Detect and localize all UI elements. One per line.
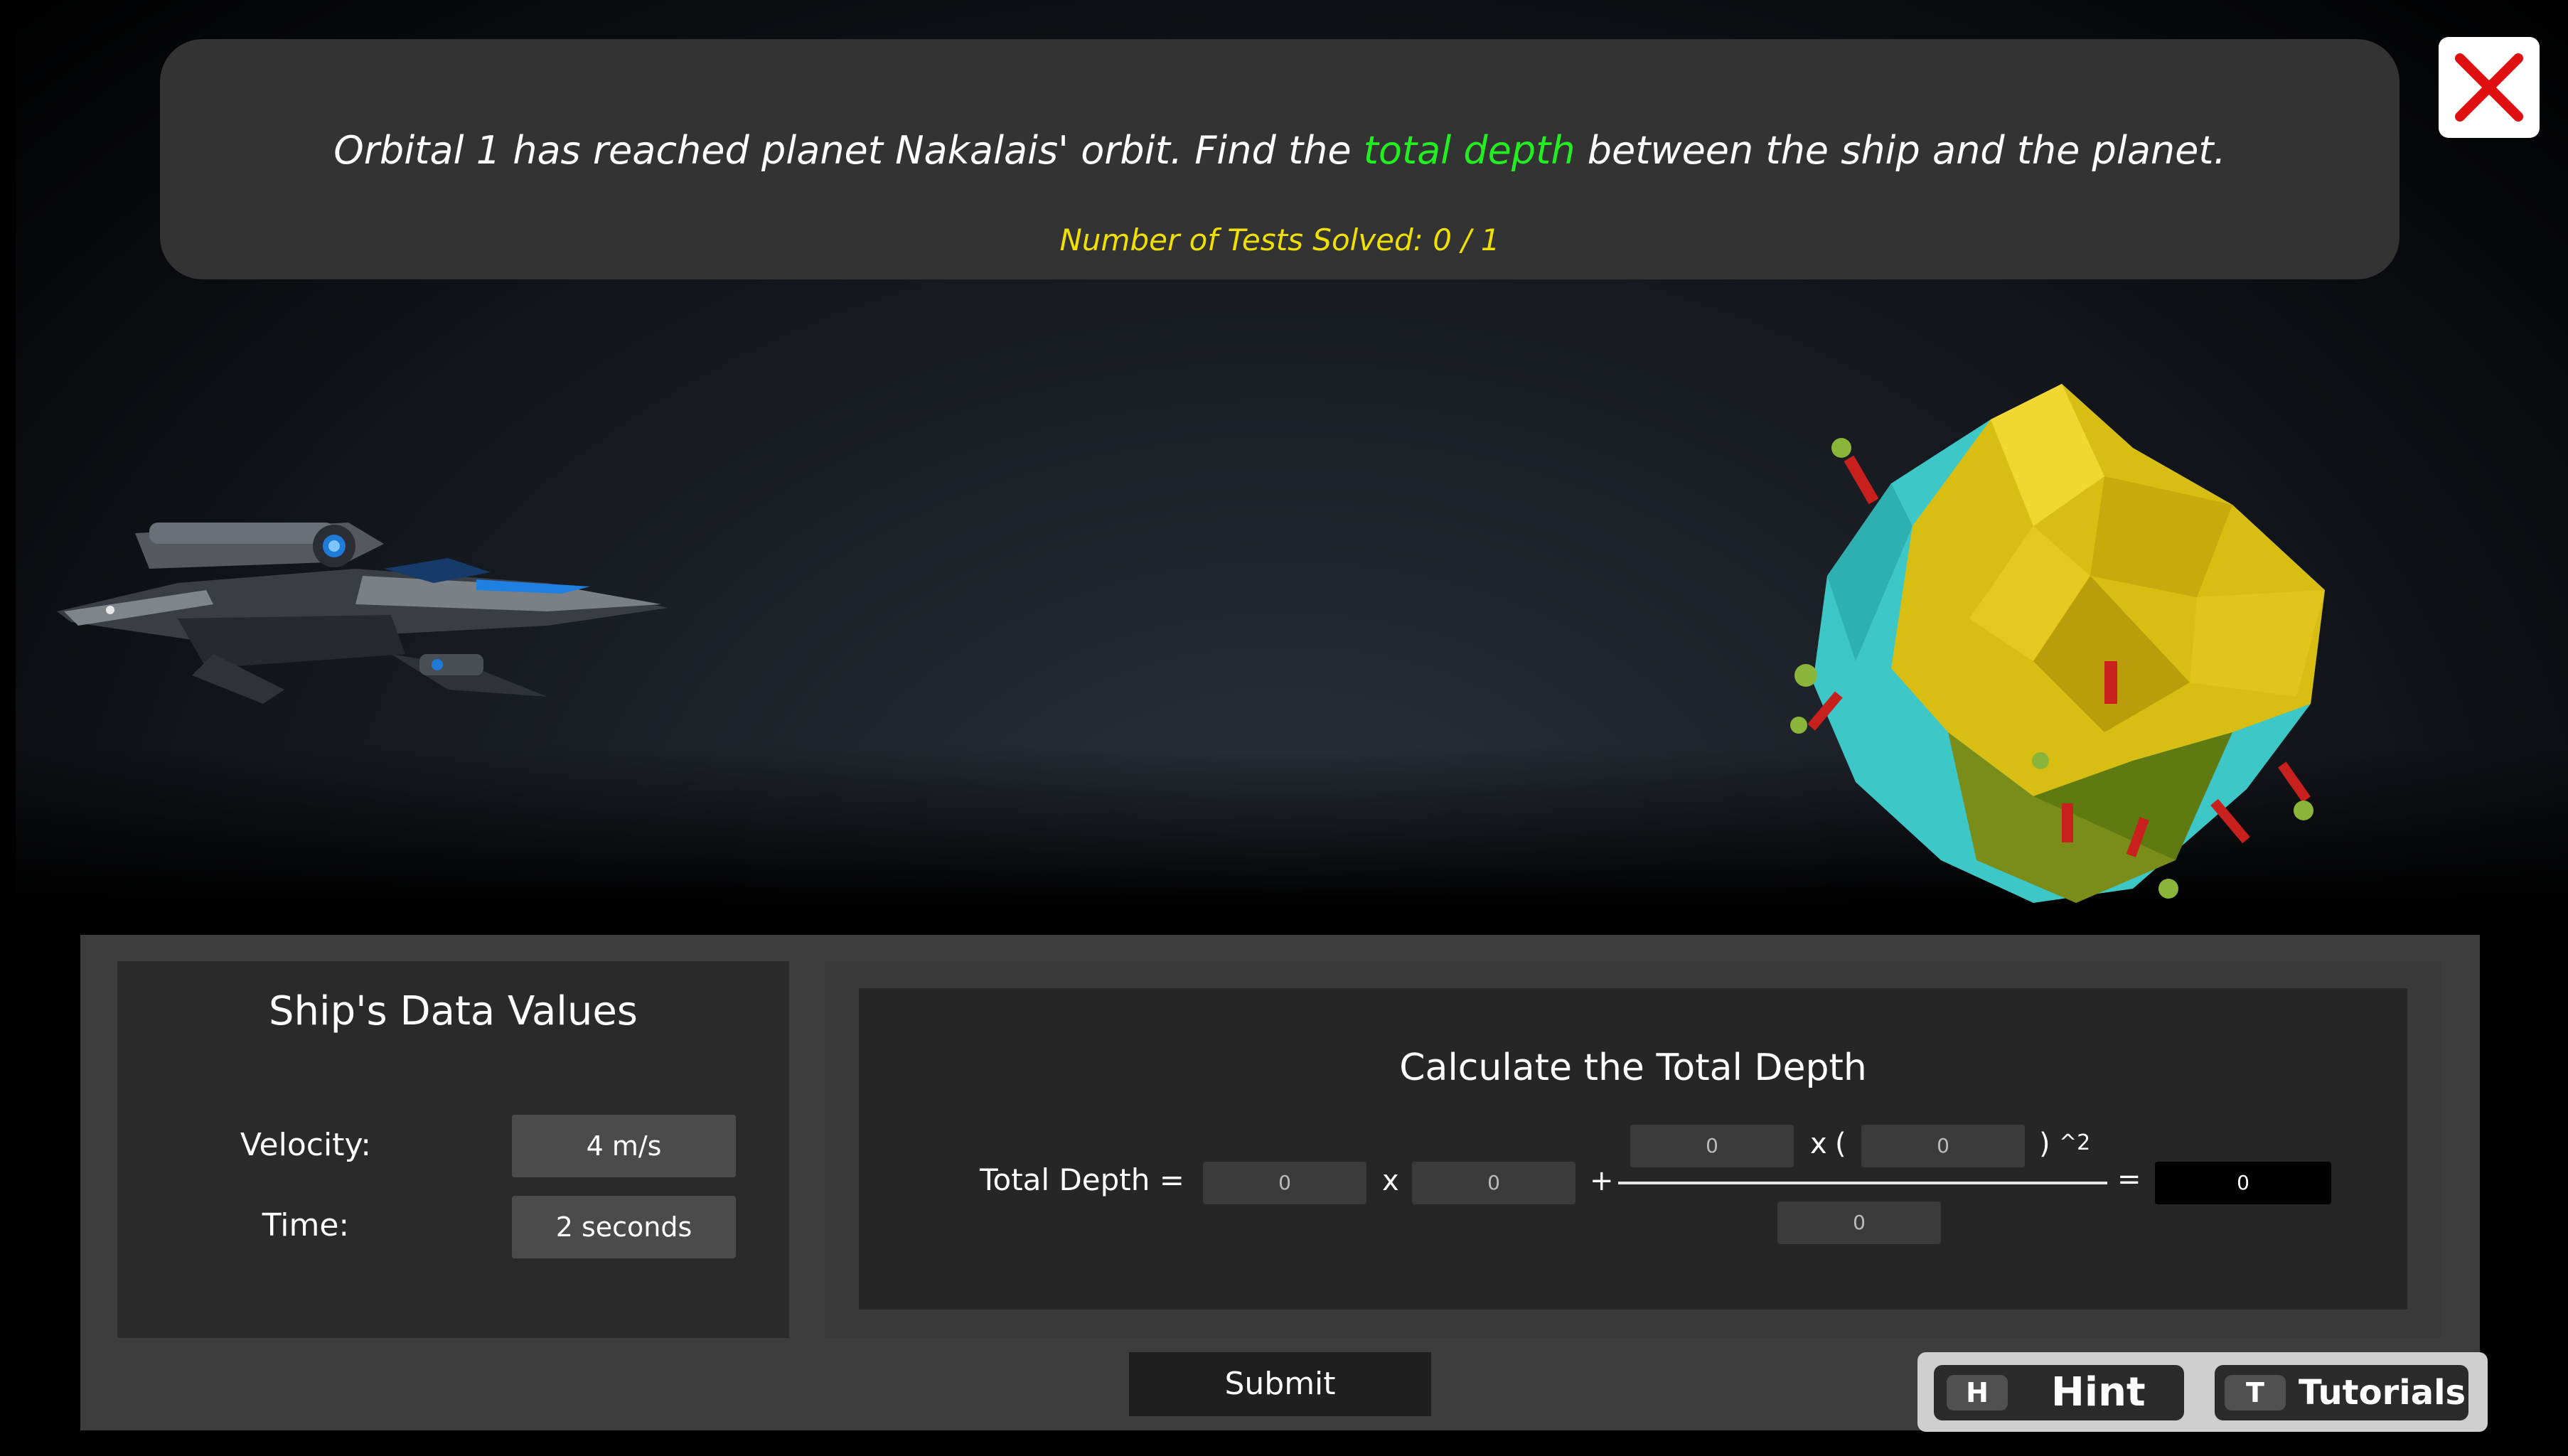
calculator-panel: Calculate the Total Depth Total Depth = … xyxy=(859,988,2407,1310)
term2-input[interactable]: 0 xyxy=(1412,1162,1575,1204)
hint-key-badge: H xyxy=(1947,1375,2008,1410)
tutorials-key-badge: T xyxy=(2225,1375,2286,1410)
ship-data-panel: Ship's Data Values Velocity: 4 m/s Time:… xyxy=(117,961,789,1338)
denominator-input[interactable]: 0 xyxy=(1777,1201,1941,1244)
total-depth-text: Total Depth xyxy=(980,1162,1150,1197)
spaceship-image xyxy=(57,523,668,704)
ship-data-title: Ship's Data Values xyxy=(269,988,638,1034)
instruction-before: Orbital 1 has reached planet Nakalais' o… xyxy=(333,128,1352,173)
velocity-label: Velocity: xyxy=(240,1127,372,1163)
instruction-text: Orbital 1 has reached planet Nakalais' o… xyxy=(160,128,2400,173)
tutorials-label: Tutorials xyxy=(2299,1373,2466,1413)
numerator-times-sign: x xyxy=(1810,1128,1827,1160)
term1-input[interactable]: 0 xyxy=(1203,1162,1366,1204)
instruction-after: between the ship and the planet. xyxy=(1587,128,2226,173)
result-field[interactable]: 0 xyxy=(2155,1162,2331,1204)
left-edge xyxy=(0,0,16,1456)
instruction-highlight: total depth xyxy=(1363,128,1575,173)
instruction-panel: Orbital 1 has reached planet Nakalais' o… xyxy=(160,39,2400,279)
velocity-value: 4 m/s xyxy=(512,1115,736,1177)
submit-button[interactable]: Submit xyxy=(1129,1352,1431,1416)
numerator-a-input[interactable]: 0 xyxy=(1630,1125,1794,1167)
tutorials-button[interactable]: T Tutorials xyxy=(2215,1365,2468,1420)
hint-label: Hint xyxy=(2051,1369,2146,1415)
hint-button[interactable]: H Hint xyxy=(1934,1365,2184,1420)
exponent-label: ^2 xyxy=(2059,1130,2091,1155)
result-equals-sign: = xyxy=(2117,1163,2141,1196)
time-label: Time: xyxy=(262,1207,350,1243)
label-equals-sign: = xyxy=(1159,1162,1184,1197)
numerator-b-input[interactable]: 0 xyxy=(1861,1125,2025,1167)
fraction-bar xyxy=(1618,1182,2107,1184)
planet-image xyxy=(1790,384,2325,903)
plus-sign: + xyxy=(1590,1165,1614,1197)
open-paren: ( xyxy=(1835,1128,1846,1160)
time-value: 2 seconds xyxy=(512,1196,736,1258)
times-sign: x xyxy=(1382,1165,1399,1197)
calculator-title: Calculate the Total Depth xyxy=(1399,1046,1867,1089)
close-x-icon xyxy=(2455,53,2523,122)
close-button[interactable] xyxy=(2439,37,2540,138)
tests-solved-counter: Number of Tests Solved: 0 / 1 xyxy=(1059,223,1500,257)
total-depth-label: Total Depth = xyxy=(980,1162,1184,1197)
close-paren: ) xyxy=(2039,1128,2050,1160)
help-bar: H Hint T Tutorials xyxy=(1917,1352,2488,1432)
